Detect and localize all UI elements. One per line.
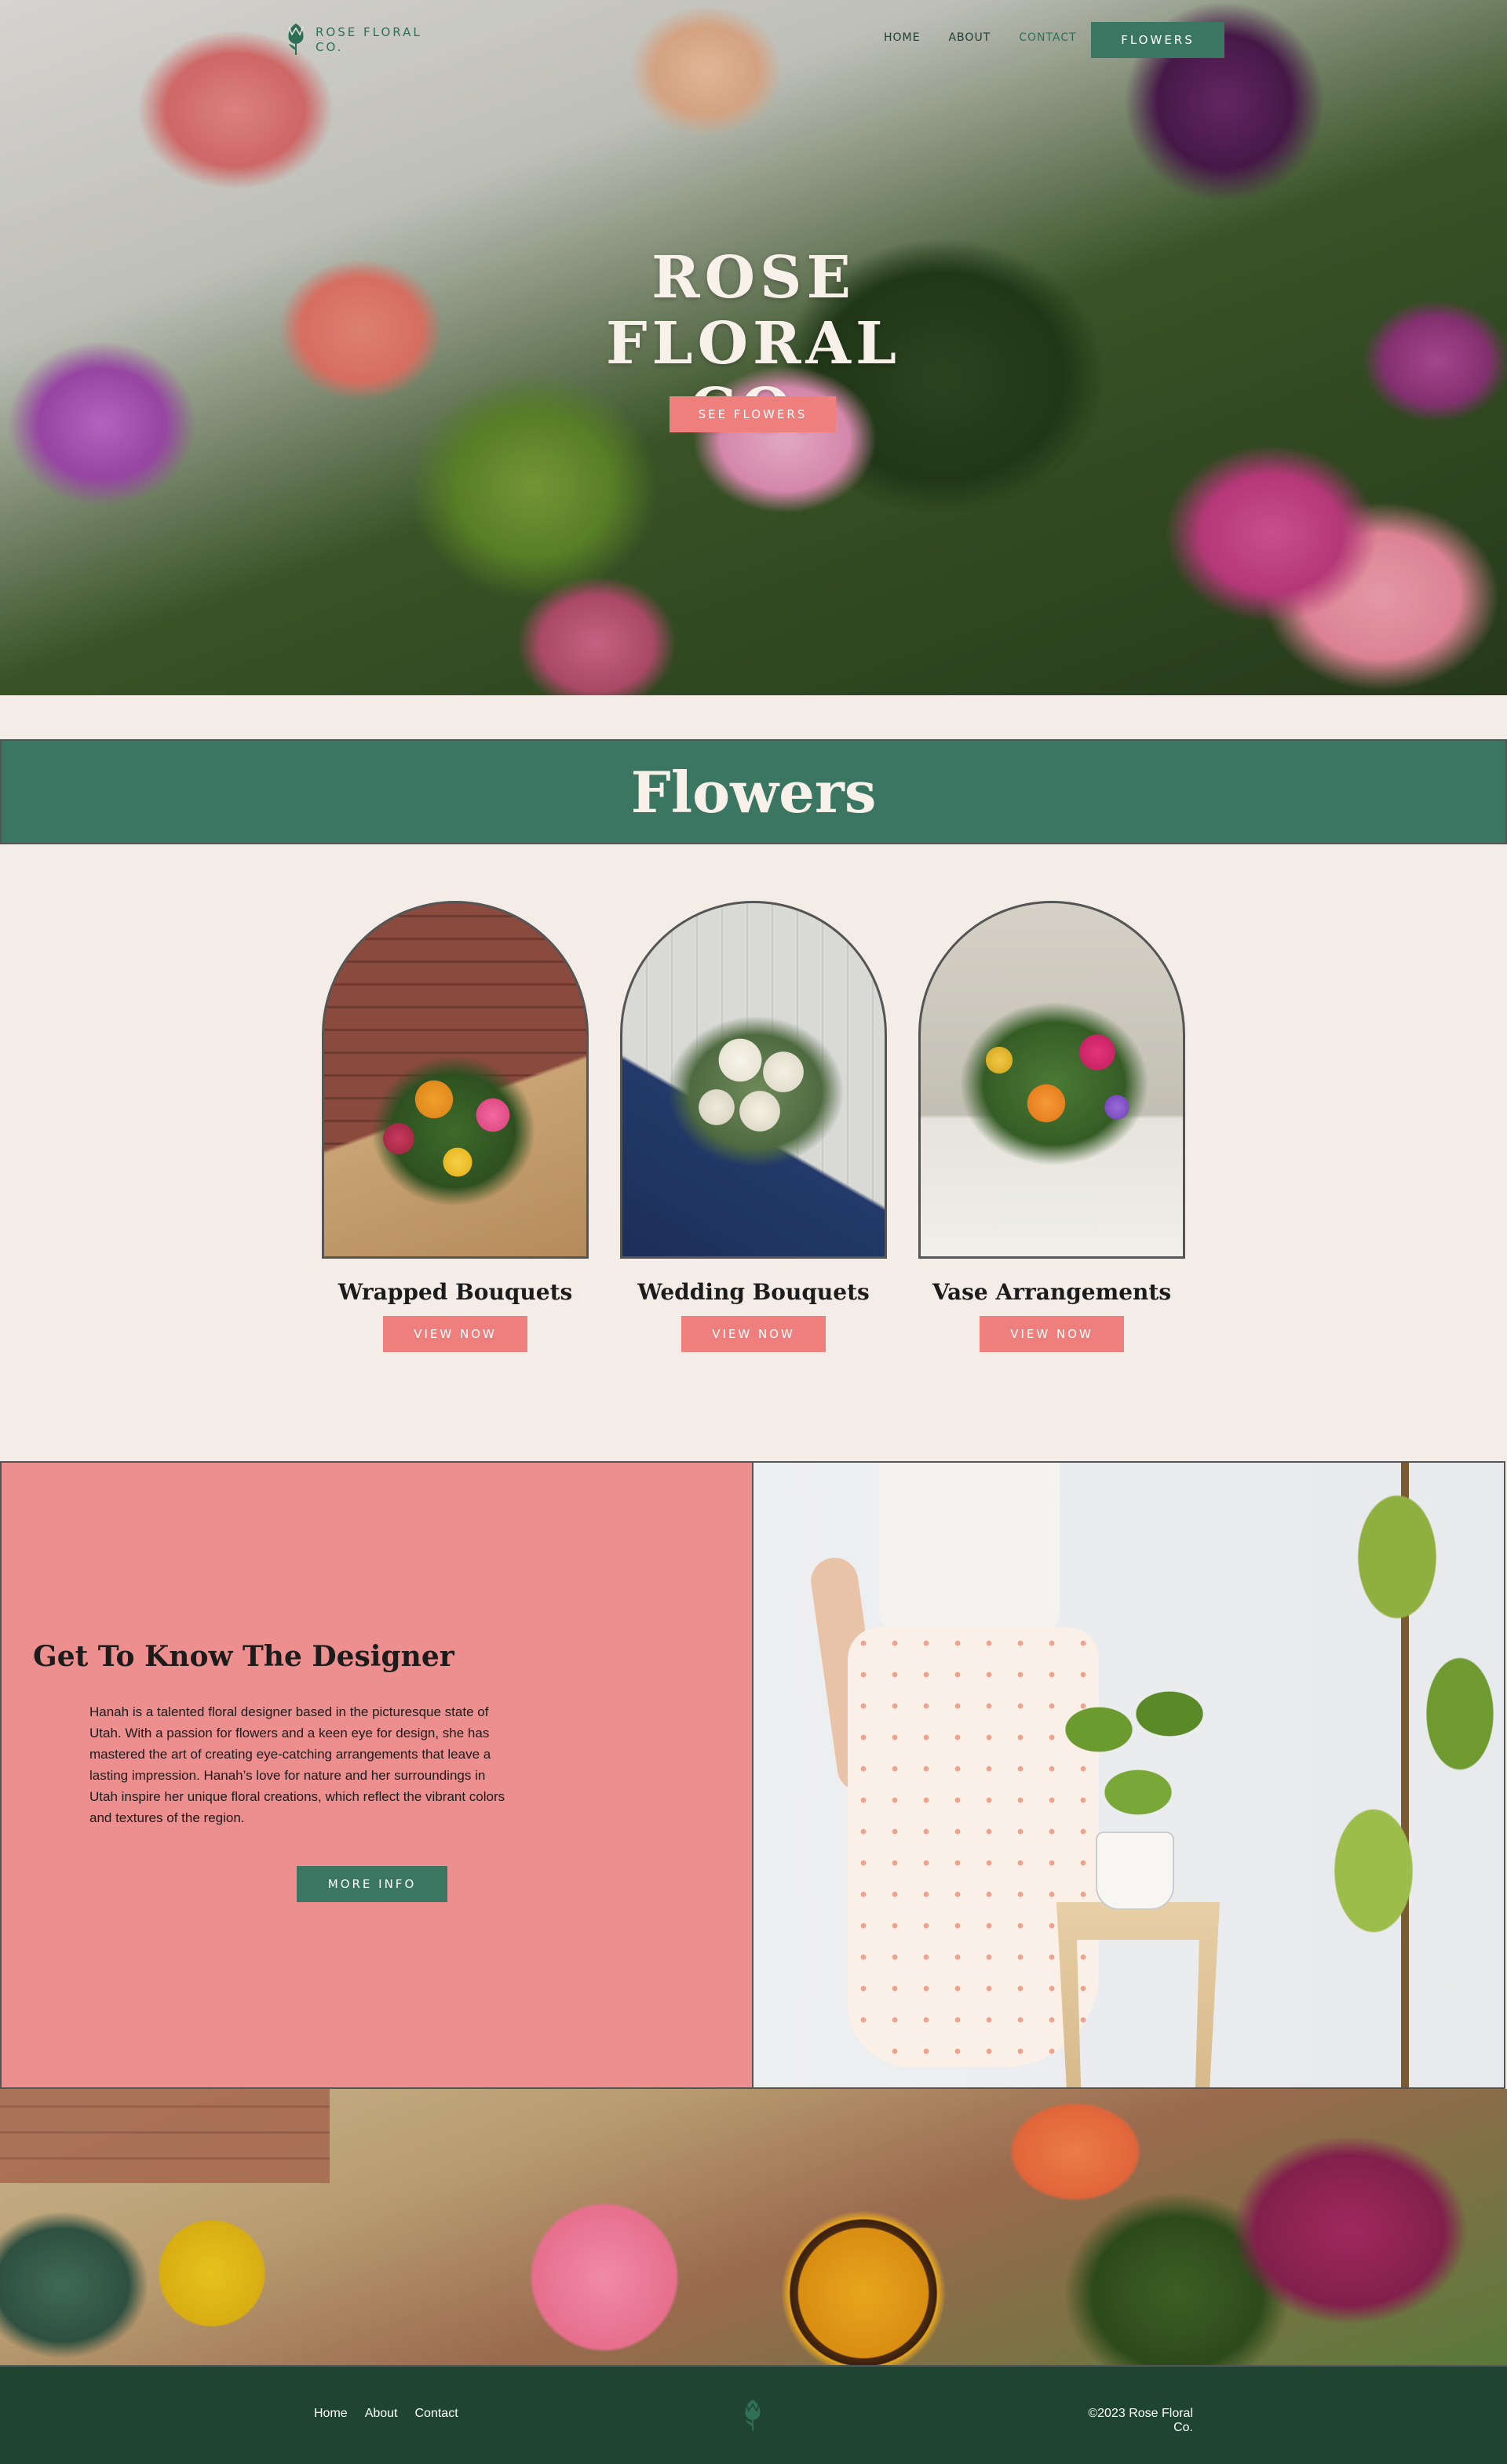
photo-detail — [0, 2089, 330, 2183]
product-card-wedding: Wedding Bouquets VIEW NOW — [620, 901, 887, 1352]
photo-detail — [1056, 1902, 1220, 2087]
photo-detail — [1303, 1463, 1504, 2087]
logo-text: ROSE FLORAL CO. — [316, 25, 422, 54]
flowers-banner: Flowers — [0, 739, 1507, 844]
site-logo[interactable]: ROSE FLORAL CO. — [283, 20, 420, 60]
flowers-heading: Flowers — [630, 758, 877, 826]
card-title: Wedding Bouquets — [637, 1279, 870, 1305]
designer-photo — [752, 1461, 1505, 2089]
card-title: Vase Arrangements — [932, 1279, 1172, 1305]
photo-detail — [1096, 1832, 1174, 1910]
see-flowers-button[interactable]: SEE FLOWERS — [670, 396, 836, 432]
tulip-icon — [288, 24, 304, 55]
card-title: Wrapped Bouquets — [338, 1279, 573, 1305]
product-card-wrapped: Wrapped Bouquets VIEW NOW — [322, 901, 589, 1352]
copyright-text: ©2023 Rose Floral Co. — [1088, 2407, 1193, 2434]
designer-heading: Get To Know The Designer — [33, 1640, 454, 1673]
site-footer: Home About Contact ©2023 Rose Floral Co. — [0, 2365, 1507, 2464]
view-now-button[interactable]: VIEW NOW — [383, 1316, 527, 1352]
hero-title-line: ROSE — [651, 243, 856, 312]
designer-section: Get To Know The Designer Hanah is a tale… — [0, 1461, 754, 2089]
view-now-button[interactable]: VIEW NOW — [980, 1316, 1124, 1352]
footer-link-contact[interactable]: Contact — [415, 2407, 458, 2421]
nav-home[interactable]: HOME — [884, 31, 920, 44]
main-nav: HOME ABOUT CONTACT — [884, 31, 1077, 44]
nav-flowers-button[interactable]: FLOWERS — [1091, 22, 1224, 58]
wrapped-bouquet-image[interactable] — [322, 901, 589, 1259]
view-now-button[interactable]: VIEW NOW — [681, 1316, 826, 1352]
hero-section: ROSE FLORAL CO. HOME ABOUT CONTACT FLOWE… — [0, 0, 1507, 695]
photo-detail — [879, 1463, 1060, 1635]
tulip-icon[interactable] — [739, 2398, 766, 2433]
hero-title-line: FLORAL — [606, 309, 901, 377]
wedding-bouquet-image[interactable] — [620, 901, 887, 1259]
photo-detail — [1052, 1667, 1224, 1839]
vase-arrangement-image[interactable] — [918, 901, 1185, 1259]
footer-nav: Home About Contact — [314, 2407, 458, 2421]
nav-contact[interactable]: CONTACT — [1019, 31, 1076, 44]
nav-about[interactable]: ABOUT — [948, 31, 991, 44]
more-info-button[interactable]: MORE INFO — [297, 1866, 447, 1902]
footer-link-about[interactable]: About — [365, 2407, 398, 2421]
bouquet-banner-image — [0, 2089, 1507, 2365]
product-card-vase: Vase Arrangements VIEW NOW — [918, 901, 1185, 1352]
footer-link-home[interactable]: Home — [314, 2407, 348, 2421]
designer-bio: Hanah is a talented floral designer base… — [89, 1704, 505, 1825]
